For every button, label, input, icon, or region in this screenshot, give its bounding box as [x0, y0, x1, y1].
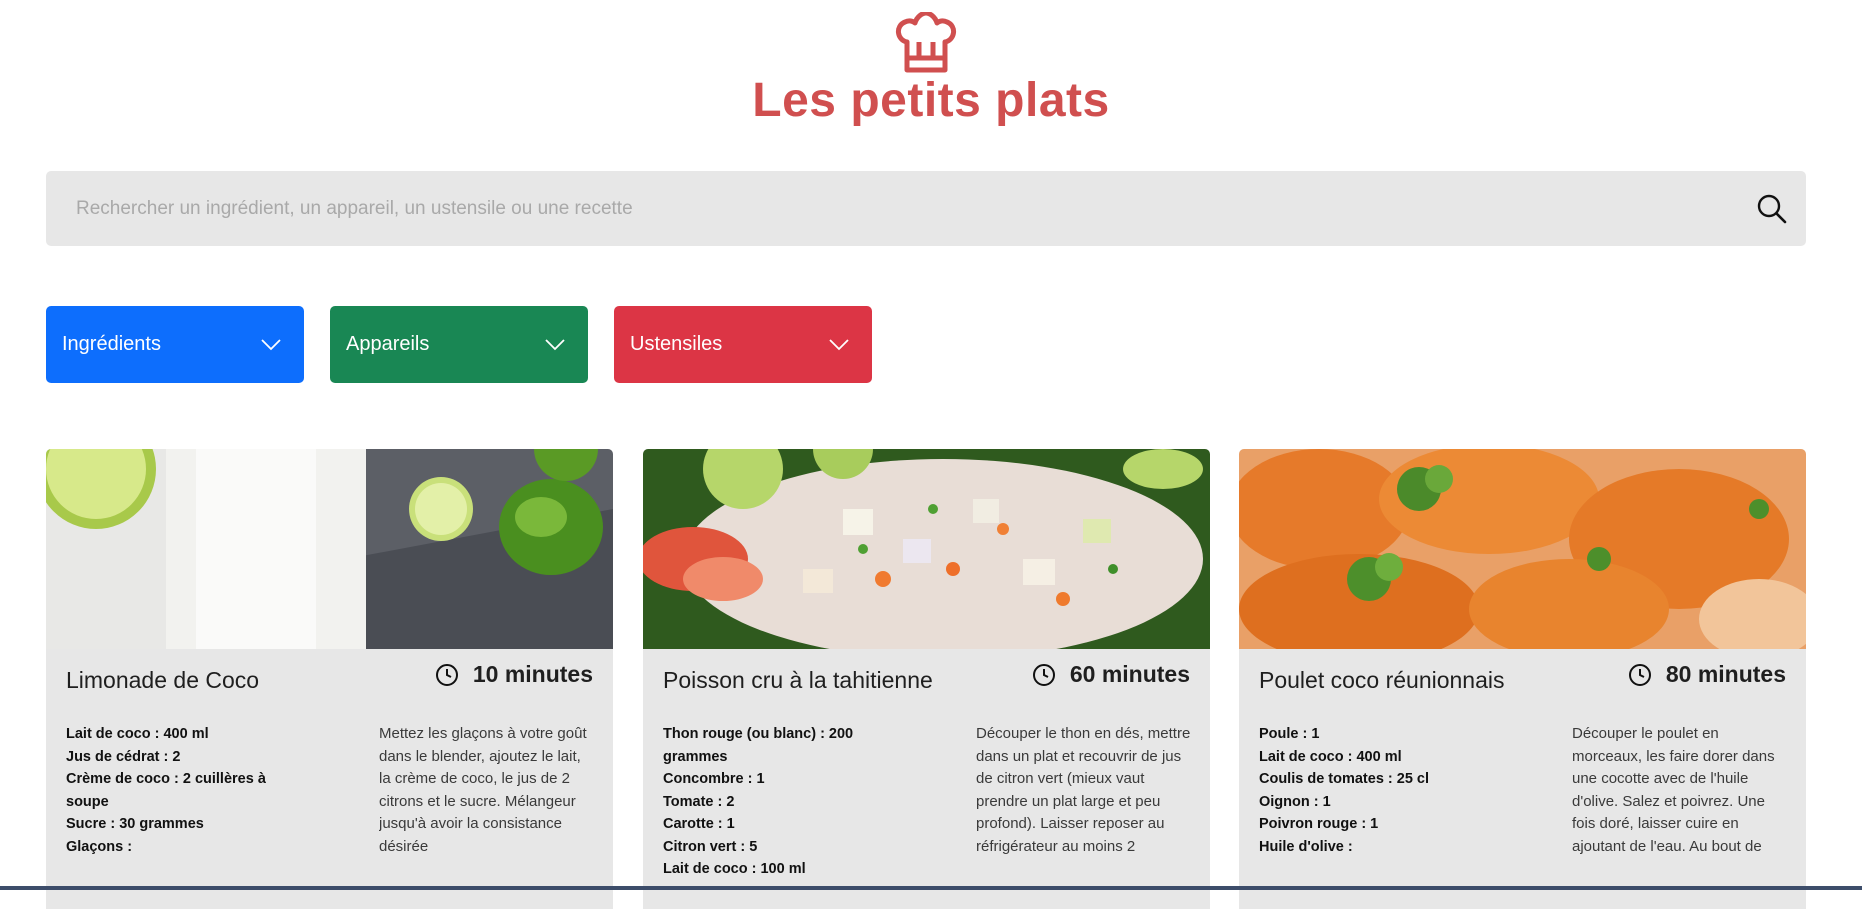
ingredient-item: Tomate : 2	[663, 793, 735, 810]
search-icon[interactable]	[1756, 193, 1788, 225]
search-input[interactable]	[46, 171, 1726, 246]
tahitian-raw-fish-photo	[643, 449, 1210, 649]
ingredient-item: Lait de coco : 400 ml	[66, 726, 209, 742]
ustensiles-filter-button[interactable]: Ustensiles	[614, 306, 872, 383]
recipe-time: 60 minutes	[1032, 661, 1190, 688]
page-bottom-border	[0, 886, 1862, 890]
recipe-description: Découper le poulet en morceaux, les fair…	[1572, 725, 1775, 855]
recipe-time: 80 minutes	[1628, 661, 1786, 688]
recipe-title: Poisson cru à la tahitienne	[663, 667, 933, 693]
recipe-description: Mettez les glaçons à votre goût dans le …	[379, 725, 587, 855]
ingredient-list: Poule : 1 Lait de coco : 400 ml Coulis d…	[1259, 723, 1459, 858]
clock-icon	[1628, 663, 1651, 686]
ingredient-item: Jus de cédrat : 2	[66, 748, 181, 765]
chef-hat-icon	[896, 12, 956, 73]
recipe-time: 10 minutes	[435, 661, 593, 688]
ingredient-item: Concombre : 1	[663, 771, 765, 787]
coconut-lemonade-photo	[46, 449, 613, 649]
ingredient-list: Thon rouge (ou blanc) : 200 grammes Conc…	[663, 723, 863, 881]
search-bar	[46, 171, 1806, 246]
coconut-chicken-photo	[1239, 449, 1806, 649]
ustensiles-filter-label: Ustensiles	[630, 333, 723, 355]
ingredient-item: Poule : 1	[1259, 726, 1320, 742]
appareils-filter-button[interactable]: Appareils	[330, 306, 588, 383]
ingredient-item: Citron vert : 5	[663, 838, 758, 855]
ingredient-item: Poivron rouge : 1	[1259, 816, 1379, 832]
recipe-card[interactable]: Poisson cru à la tahitienne 60 minutes T…	[643, 449, 1210, 909]
ingredient-item: Carotte : 1	[663, 816, 735, 832]
recipe-time-text: 10 minutes	[472, 661, 593, 687]
chevron-down-icon	[829, 338, 849, 350]
recipe-card[interactable]: Limonade de Coco 10 minutes Lait de coco…	[46, 449, 613, 909]
ingredient-item: Glaçons :	[66, 838, 133, 855]
ingredient-item: Crème de coco : 2 cuillères à soupe	[66, 771, 266, 810]
clock-icon	[435, 663, 458, 686]
recipe-time-text: 60 minutes	[1069, 661, 1190, 687]
recipe-description: Découper le thon en dés, mettre dans un …	[976, 725, 1191, 855]
ingredient-item: Lait de coco : 400 ml	[1259, 748, 1402, 765]
recipe-time-text: 80 minutes	[1665, 661, 1786, 687]
ingredient-item: Lait de coco : 100 ml	[663, 861, 806, 877]
ingredients-filter-label: Ingrédients	[62, 333, 161, 355]
ingredient-item: Coulis de tomates : 25 cl	[1259, 771, 1430, 787]
appareils-filter-label: Appareils	[346, 333, 430, 355]
site-title: Les petits plats	[752, 74, 1110, 127]
ingredient-list: Lait de coco : 400 ml Jus de cédrat : 2 …	[66, 723, 266, 858]
chevron-down-icon	[545, 338, 565, 350]
ingredient-item: Huile d'olive :	[1259, 838, 1353, 855]
ingredient-item: Sucre : 30 grammes	[66, 816, 204, 832]
chevron-down-icon	[261, 338, 281, 350]
recipe-title: Limonade de Coco	[66, 667, 260, 693]
ingredients-filter-button[interactable]: Ingrédients	[46, 306, 304, 383]
recipe-title: Poulet coco réunionnais	[1259, 667, 1505, 693]
ingredient-item: Oignon : 1	[1259, 793, 1331, 810]
recipe-card[interactable]: Poulet coco réunionnais 80 minutes Poule…	[1239, 449, 1806, 909]
clock-icon	[1032, 663, 1055, 686]
ingredient-item: Thon rouge (ou blanc) : 200 grammes	[663, 726, 854, 765]
